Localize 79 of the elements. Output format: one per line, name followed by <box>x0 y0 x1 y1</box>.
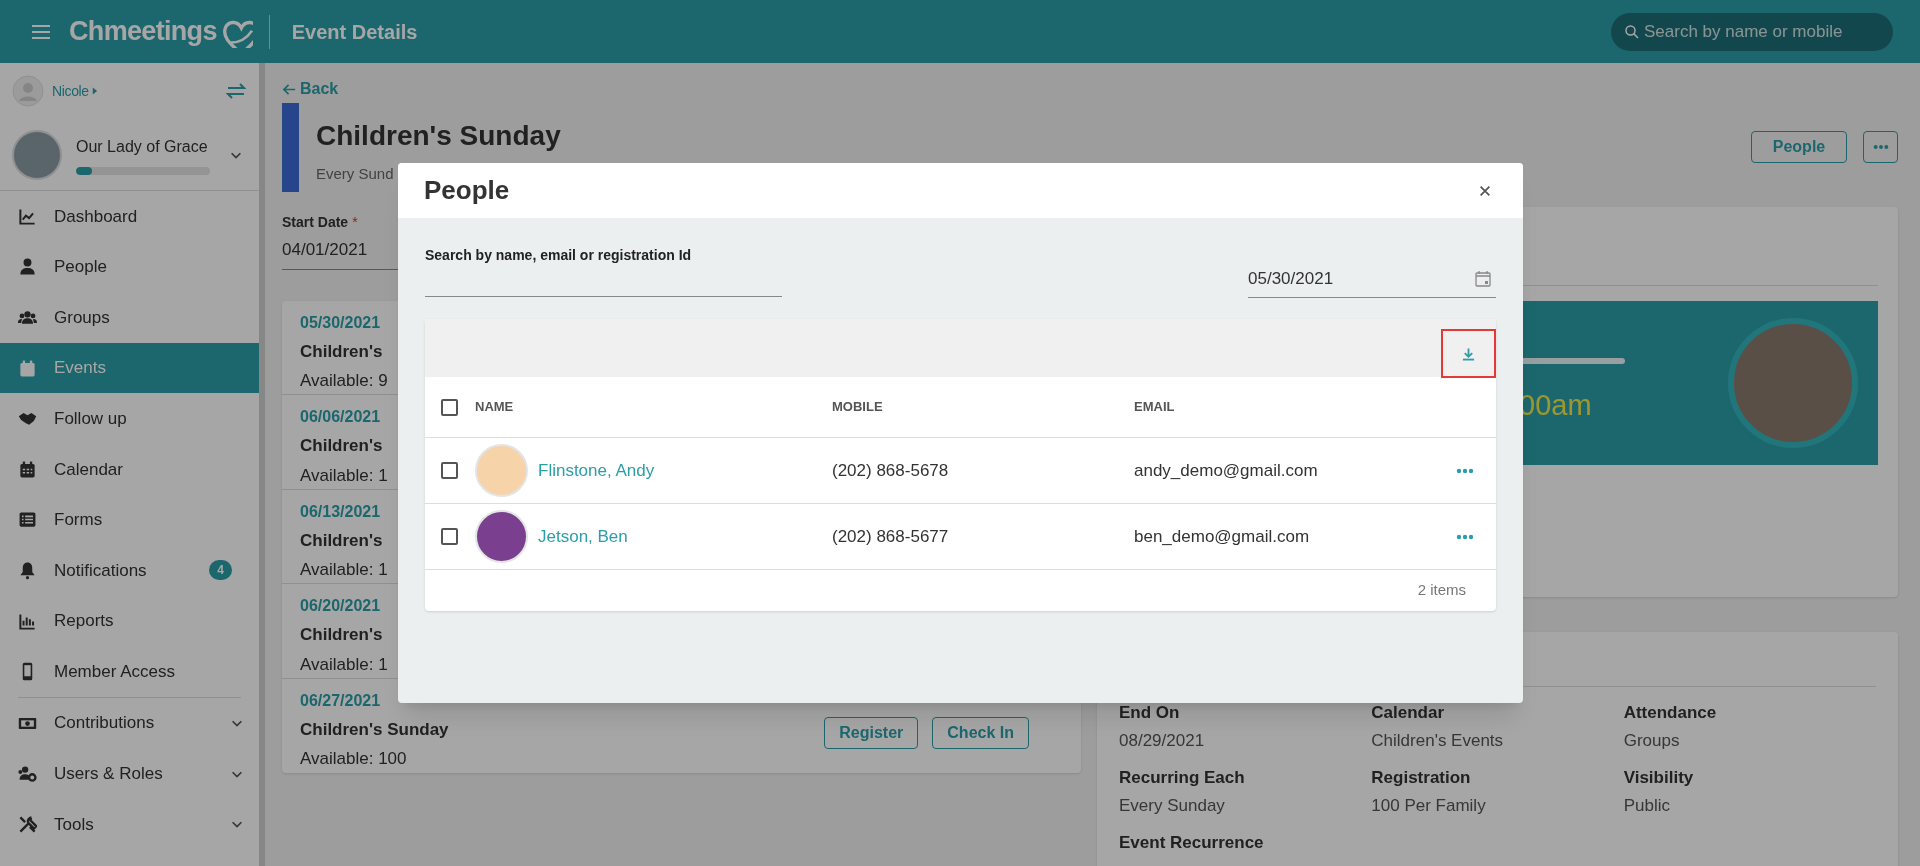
email-cell-text: ben_demo@gmail.com <box>1134 525 1311 548</box>
occurrence-title: Children's <box>300 529 383 552</box>
more-dots-icon[interactable] <box>1456 533 1474 540</box>
logo-text: Chmeetings <box>69 15 217 49</box>
required-mark: * <box>352 213 358 232</box>
users-gear-icon <box>18 764 37 784</box>
page-title: Event Details <box>291 19 418 45</box>
occurrence-title: Children's Sunday <box>300 718 449 741</box>
event-schedule: Every Sund <box>316 164 395 184</box>
more-dots-icon <box>1872 144 1889 150</box>
field-label: Registration <box>1371 767 1472 789</box>
sidebar-item[interactable]: Follow up <box>0 393 259 444</box>
count-badge: 4 <box>209 560 232 581</box>
close-icon[interactable] <box>1478 183 1492 198</box>
email-cell-text: andy_demo@gmail.com <box>1134 459 1319 482</box>
bar-chart-icon <box>18 611 37 631</box>
caret-icon <box>90 86 98 96</box>
field-value: Groups <box>1623 729 1681 752</box>
field-label: Attendance <box>1623 702 1718 724</box>
field-label: Calendar <box>1371 702 1446 724</box>
field-label: Visibility <box>1623 767 1695 789</box>
occurrence-title: Children's <box>300 624 383 647</box>
sidebar-item[interactable]: Member Access <box>0 646 259 697</box>
event-title: Children's Sunday <box>316 119 561 153</box>
calendar-icon <box>18 358 37 378</box>
sidebar-item[interactable]: Forms <box>0 494 259 546</box>
sidebar-item[interactable]: People <box>0 241 259 293</box>
tools-icon <box>18 814 37 834</box>
availability-text: Available: 100 <box>300 748 407 771</box>
sidebar-item[interactable]: Groups <box>0 292 259 343</box>
checkbox[interactable] <box>441 398 458 416</box>
availability-text: Available: 1 <box>300 464 388 487</box>
calendar-grid-icon <box>18 459 37 479</box>
organization-name: Our Lady of Grace <box>76 136 209 157</box>
field-value: Public <box>1623 794 1671 817</box>
sidebar-item[interactable]: Calendar <box>0 443 259 495</box>
mobile-cell-text: (202) 868-5677 <box>832 525 950 548</box>
sidebar-item[interactable]: Notifications 4 <box>0 545 259 596</box>
checkbox[interactable] <box>441 462 458 479</box>
organization-photo-placeholder <box>12 129 62 180</box>
sidebar-item[interactable]: Tools <box>0 799 259 850</box>
date-field[interactable]: 05/30/2021 <box>1248 260 1496 298</box>
bell-icon <box>18 560 37 580</box>
more-dots-icon[interactable] <box>1456 467 1474 474</box>
occurrence-title: Children's <box>300 340 383 363</box>
field-label: Event Recurrence <box>1119 832 1265 854</box>
dialog-title: People <box>424 174 511 207</box>
column-header: EMAIL <box>1134 398 1176 417</box>
sidebar-item[interactable]: Dashboard <box>0 191 259 242</box>
calendar-icon <box>1474 269 1492 288</box>
more-button[interactable] <box>1863 131 1898 163</box>
availability-text: Available: 1 <box>300 653 388 676</box>
search-icon <box>1623 22 1641 41</box>
field-label: End On <box>1119 702 1181 724</box>
download-icon <box>1462 346 1475 361</box>
field-value: Children's Events <box>1371 729 1505 752</box>
item-count: 2 items <box>1417 580 1466 601</box>
field-value: 100 Per Family <box>1371 794 1487 817</box>
column-header: MOBILE <box>832 398 884 417</box>
checkbox[interactable] <box>441 528 458 545</box>
field-value: 08/29/2021 <box>1119 729 1206 752</box>
sidebar-item[interactable]: Users & Roles <box>0 748 259 800</box>
list-icon <box>18 510 37 530</box>
field-label: Recurring Each <box>1119 767 1246 789</box>
person-icon <box>18 257 37 277</box>
user-avatar-icon <box>12 75 44 107</box>
search-field[interactable]: Search by name, email or registration Id <box>425 245 782 297</box>
sidebar-item[interactable]: Reports <box>0 595 259 647</box>
availability-text: Available: 1 <box>300 559 388 582</box>
chart-line-icon <box>18 206 37 226</box>
download-button[interactable] <box>1441 329 1496 378</box>
mobile-cell-text: (202) 868-5678 <box>832 459 950 482</box>
swap-icon[interactable] <box>226 81 246 101</box>
people-group-icon <box>18 308 37 327</box>
occurrence-title: Children's <box>300 435 383 458</box>
field-value: Every Sunday <box>1119 794 1226 817</box>
availability-text: Available: 9 <box>300 370 388 392</box>
column-header: NAME <box>475 398 515 417</box>
search-field[interactable]: Search by name or mobile <box>1611 12 1893 51</box>
